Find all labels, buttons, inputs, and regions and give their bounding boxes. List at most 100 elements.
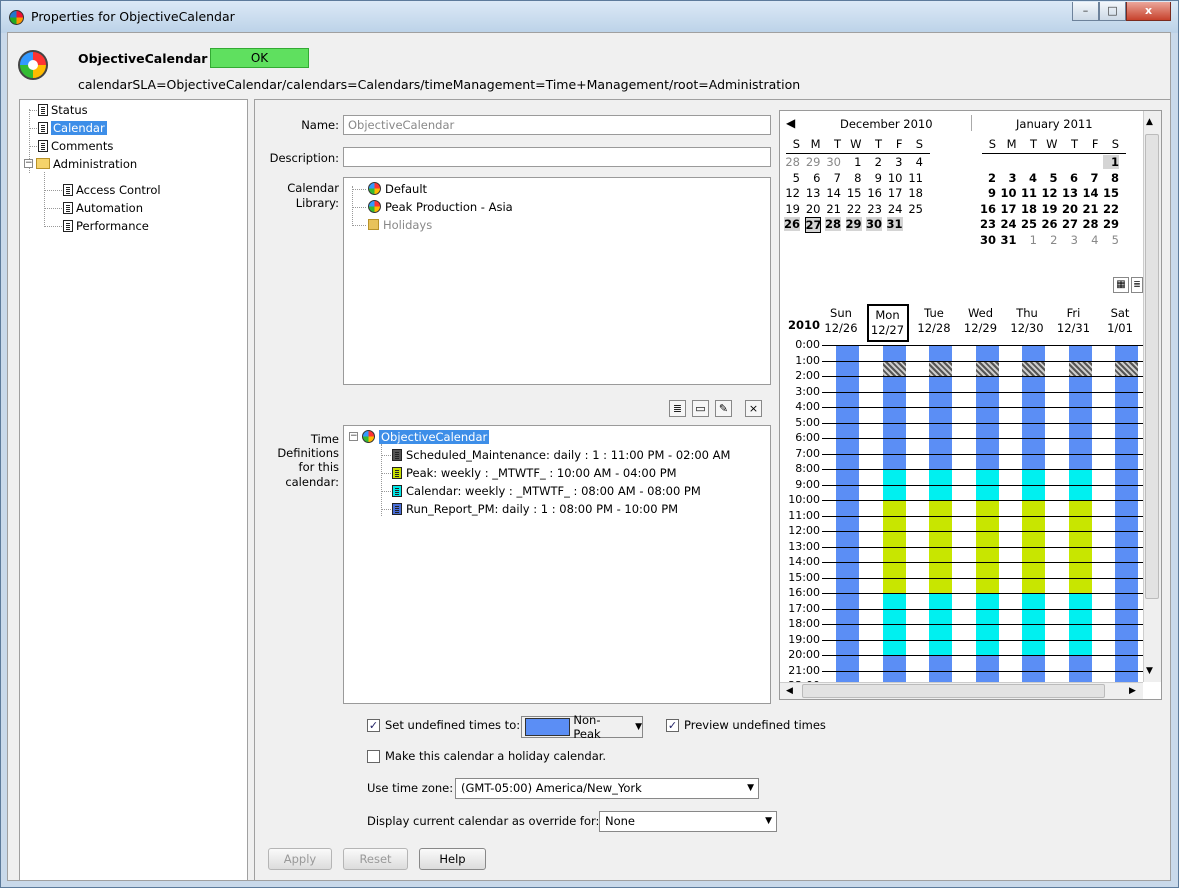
horizontal-scroll-thumb[interactable] <box>802 684 1105 698</box>
scroll-down-icon[interactable]: ▼ <box>1146 666 1153 676</box>
schedule-block[interactable] <box>836 655 859 672</box>
undefined-time-select[interactable]: Non-Peak ▼ <box>521 713 643 741</box>
schedule-block[interactable] <box>836 361 859 377</box>
schedule-block[interactable] <box>1115 438 1138 455</box>
schedule-block[interactable] <box>1068 655 1092 672</box>
calendar-day[interactable]: 29 <box>1103 217 1119 231</box>
schedule-block[interactable] <box>1022 516 1045 532</box>
schedule-block[interactable] <box>882 562 906 579</box>
schedule-block[interactable] <box>929 640 952 656</box>
minimize-button[interactable]: – <box>1072 2 1099 21</box>
schedule-block[interactable] <box>929 655 952 672</box>
schedule-block[interactable] <box>975 345 999 362</box>
schedule-block[interactable] <box>1068 516 1092 532</box>
grid-view-icon[interactable]: ▦ <box>1113 277 1129 293</box>
schedule-block[interactable] <box>882 578 906 594</box>
previous-month-icon[interactable]: ◀ <box>786 116 795 130</box>
day-header-sun[interactable]: Sun 12/26 <box>820 304 862 342</box>
edit-definition-icon[interactable]: ✎ <box>715 400 732 417</box>
schedule-block[interactable] <box>1068 531 1092 548</box>
calendar-day[interactable]: 31 <box>1001 233 1017 247</box>
schedule-block[interactable] <box>1068 624 1092 641</box>
horizontal-scrollbar[interactable]: ◀ ▶ <box>780 682 1143 699</box>
schedule-block[interactable] <box>975 578 999 594</box>
schedule-block[interactable] <box>975 423 999 439</box>
calendar-day[interactable]: 7 <box>1083 171 1098 185</box>
collapse-icon[interactable]: − <box>349 432 358 441</box>
scroll-left-icon[interactable]: ◀ <box>786 686 793 696</box>
schedule-block[interactable] <box>929 547 952 563</box>
tree-item-calendar[interactable]: Calendar <box>38 119 107 136</box>
schedule-block[interactable] <box>929 423 952 439</box>
schedule-block[interactable] <box>1022 531 1045 548</box>
calendar-day[interactable]: 29 <box>845 217 862 231</box>
calendar-day[interactable]: 31 <box>886 217 903 231</box>
preview-undefined-checkbox[interactable]: ✓ <box>666 718 679 732</box>
calendar-day[interactable]: 16 <box>980 202 996 216</box>
schedule-block[interactable] <box>836 547 859 563</box>
day-header-fri[interactable]: Fri 12/31 <box>1053 304 1095 342</box>
scroll-thumb[interactable] <box>1145 134 1159 599</box>
schedule-block[interactable] <box>1115 500 1138 517</box>
calendar-day[interactable]: 22 <box>1103 202 1119 216</box>
reset-button[interactable]: Reset <box>343 848 408 870</box>
schedule-block[interactable] <box>1068 407 1092 424</box>
calendar-day[interactable]: 30 <box>825 155 841 169</box>
calendar-day[interactable]: 23 <box>866 202 882 216</box>
calendar-day[interactable]: 28 <box>825 217 841 231</box>
schedule-block[interactable] <box>929 485 952 501</box>
schedule-block[interactable] <box>929 454 952 470</box>
calendar-day[interactable]: 12 <box>784 186 800 200</box>
schedule-block[interactable] <box>882 500 906 517</box>
calendar-day[interactable]: 21 <box>1083 202 1099 216</box>
calendar-day[interactable]: 22 <box>846 202 862 216</box>
schedule-block[interactable] <box>882 469 906 486</box>
time-definition-item[interactable]: Scheduled_Maintenance: daily : 1 : 11:00… <box>392 446 730 463</box>
schedule-block[interactable] <box>929 407 952 424</box>
schedule-block[interactable] <box>882 345 906 362</box>
schedule-block[interactable] <box>836 392 859 408</box>
schedule-block[interactable] <box>1022 392 1045 408</box>
schedule-block[interactable] <box>1068 361 1092 377</box>
calendar-day[interactable]: 14 <box>825 186 841 200</box>
calendar-day[interactable]: 27 <box>1062 217 1078 231</box>
schedule-block[interactable] <box>882 485 906 501</box>
library-item-peak-production-asia[interactable]: Peak Production - Asia <box>368 198 513 215</box>
schedule-block[interactable] <box>1115 578 1138 594</box>
schedule-block[interactable] <box>929 500 952 517</box>
schedule-block[interactable] <box>1068 376 1092 393</box>
calendar-day[interactable]: 1 <box>1021 233 1037 247</box>
day-header-wed[interactable]: Wed 12/29 <box>960 304 1002 342</box>
time-definition-item[interactable]: Run_Report_PM: daily : 1 : 08:00 PM - 10… <box>392 500 678 517</box>
new-definition-icon[interactable]: ≣ <box>669 400 686 417</box>
vertical-scrollbar[interactable]: ▲ ▼ <box>1143 111 1161 682</box>
schedule-block[interactable] <box>1022 655 1045 672</box>
schedule-block[interactable] <box>1068 392 1092 408</box>
schedule-block[interactable] <box>975 531 999 548</box>
time-definitions-tree[interactable]: − ObjectiveCalendar Scheduled_Maintenanc… <box>343 425 771 704</box>
schedule-block[interactable] <box>1022 423 1045 439</box>
schedule-block[interactable] <box>975 392 999 408</box>
schedule-block[interactable] <box>1068 578 1092 594</box>
schedule-block[interactable] <box>1115 655 1138 672</box>
schedule-block[interactable] <box>836 609 859 625</box>
schedule-block[interactable] <box>882 593 906 610</box>
schedule-block[interactable] <box>836 531 859 548</box>
time-definition-item[interactable]: Calendar: weekly : _MTWTF_ : 08:00 AM - … <box>392 482 701 499</box>
calendar-day[interactable]: 20 <box>805 202 821 216</box>
schedule-block[interactable] <box>1068 438 1092 455</box>
schedule-block[interactable] <box>836 578 859 594</box>
schedule-block[interactable] <box>1115 609 1138 625</box>
schedule-block[interactable] <box>929 593 952 610</box>
schedule-block[interactable] <box>1022 485 1045 501</box>
schedule-block[interactable] <box>836 640 859 656</box>
scroll-right-icon[interactable]: ▶ <box>1129 686 1136 696</box>
calendar-day[interactable]: 1 <box>1103 155 1119 169</box>
schedule-block[interactable] <box>1068 345 1092 362</box>
calendar-day[interactable]: 4 <box>1021 171 1037 185</box>
description-field[interactable] <box>343 147 771 167</box>
schedule-block[interactable] <box>882 376 906 393</box>
time-definitions-root[interactable]: − ObjectiveCalendar <box>349 428 490 445</box>
calendar-day[interactable]: 24 <box>887 202 903 216</box>
schedule-block[interactable] <box>1022 469 1045 486</box>
